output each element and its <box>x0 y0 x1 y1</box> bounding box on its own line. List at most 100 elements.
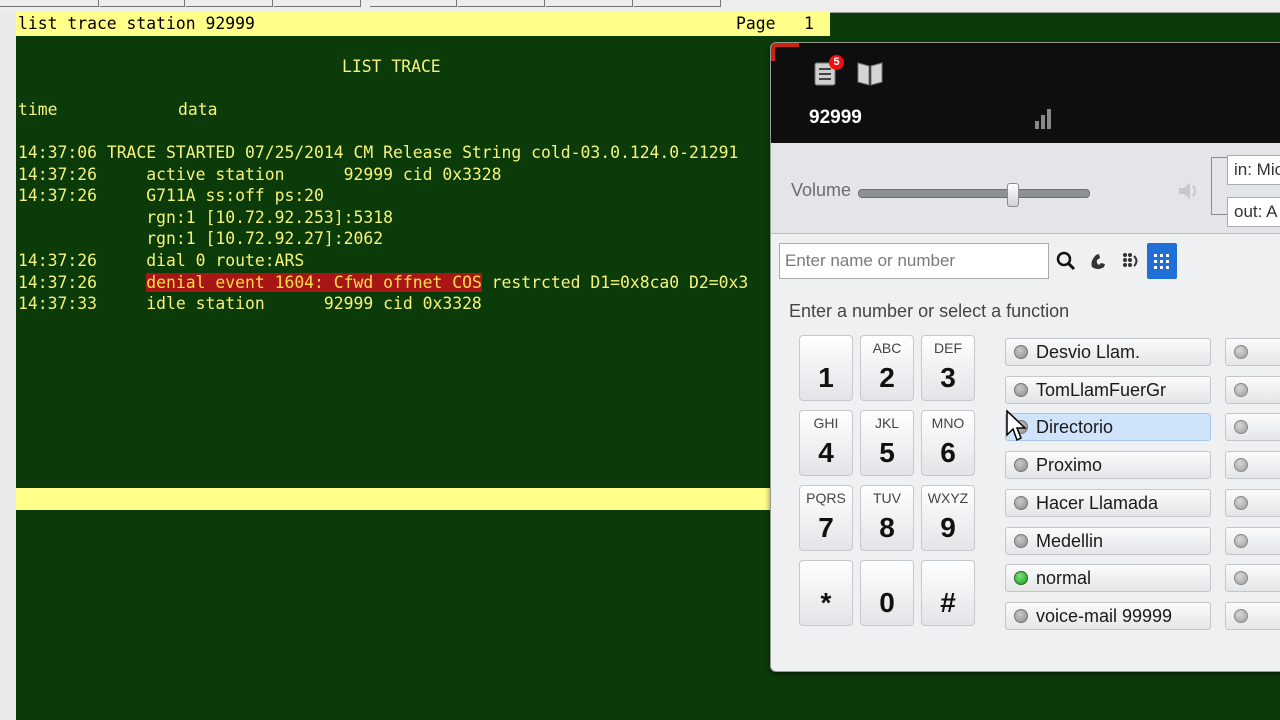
toolbar-segment[interactable] <box>186 0 273 7</box>
status-led-icon <box>1014 533 1028 548</box>
key-digit: 8 <box>879 512 895 543</box>
function-label: normal <box>1036 568 1092 589</box>
status-led-icon <box>1014 458 1028 473</box>
toolbar-segment[interactable] <box>370 0 457 7</box>
page-number: 1 <box>804 14 814 33</box>
toolbar-segment[interactable] <box>274 0 361 7</box>
trace-time: 14:37:26 <box>18 272 97 292</box>
audio-input-select[interactable]: in: Mic <box>1227 155 1280 185</box>
function-button[interactable] <box>1225 413 1280 442</box>
missed-calls-badge: 5 <box>829 55 844 70</box>
status-led-icon <box>1234 571 1248 586</box>
function-button[interactable]: Medellin <box>1005 526 1211 555</box>
dialpad-key[interactable]: 1 <box>799 335 853 401</box>
trace-text-after: restrcted D1=0x8ca0 D2=0x3 <box>481 272 749 292</box>
dialpad-icon[interactable] <box>1147 243 1177 279</box>
trace-time: 14:37:06 <box>18 143 97 162</box>
dialpad-key[interactable]: WXYZ 9 <box>921 485 975 551</box>
signal-icon <box>1033 107 1053 136</box>
call-handset-icon[interactable] <box>1083 243 1113 279</box>
function-button[interactable] <box>1225 564 1280 593</box>
audio-output-select[interactable]: out: A <box>1227 197 1280 227</box>
function-button[interactable] <box>1225 375 1280 404</box>
status-led-icon <box>1014 495 1028 510</box>
dialpad-key[interactable]: DEF 3 <box>921 335 975 401</box>
dialpad-key[interactable]: # <box>921 560 975 626</box>
function-button[interactable]: Proximo <box>1005 451 1211 480</box>
function-button[interactable] <box>1225 526 1280 555</box>
trace-text: active station 92999 cid 0x3328 <box>96 164 502 184</box>
trace-row: 14:37:26 G711A ss:off ps:20 <box>18 186 324 206</box>
key-digit: * <box>820 587 832 618</box>
status-led-icon <box>1014 382 1028 397</box>
function-button[interactable]: voice-mail 99999 <box>1005 601 1211 630</box>
dialpad-key[interactable]: TUV 8 <box>860 485 914 551</box>
toolbar-segment[interactable] <box>634 0 721 7</box>
function-button[interactable]: normal <box>1005 564 1211 593</box>
function-button[interactable]: TomLlamFuerGr <box>1005 375 1211 404</box>
volume-panel: Volume in: Mic out: A <box>771 143 1280 234</box>
dialpad-key[interactable]: MNO 6 <box>921 410 975 476</box>
softphone-window[interactable]: 5 92999 Volume in: Mic out: A Enter name… <box>770 42 1280 672</box>
key-letters: ABC <box>872 340 902 356</box>
status-led-icon <box>1234 608 1248 623</box>
function-button[interactable]: Directorio <box>1005 413 1211 442</box>
status-led-icon <box>1014 345 1028 359</box>
status-led-icon <box>1234 533 1248 548</box>
toolbar-segment[interactable] <box>458 0 545 7</box>
transfer-keypad-icon[interactable] <box>1115 243 1145 279</box>
dialpad-key[interactable]: * <box>799 560 853 626</box>
status-led-icon <box>1234 345 1248 359</box>
trace-row: 14:37:26 denial event 1604: Cfwd offnet … <box>18 272 749 293</box>
trace-time: 14:37:26 <box>18 186 97 206</box>
command-bar[interactable]: list trace station 92999 Page 1 <box>16 12 830 36</box>
function-label: Medellin <box>1036 530 1104 551</box>
trace-row: 14:37:26 dial 0 route:ARS <box>18 251 304 271</box>
toolbar-segment[interactable] <box>100 0 185 7</box>
speaker-icon[interactable] <box>1177 180 1201 207</box>
status-led-icon <box>1234 495 1248 510</box>
volume-label: Volume <box>791 180 852 200</box>
function-button[interactable] <box>1225 451 1280 480</box>
volume-slider[interactable] <box>858 183 1090 207</box>
toolbar-segment[interactable] <box>546 0 633 7</box>
trace-text: rgn:1 [10.72.92.253]:5318 <box>18 207 393 227</box>
dialpad-key[interactable]: PQRS 7 <box>799 485 853 551</box>
terminal-window[interactable]: list trace station 92999 Page 1 LIST TRA… <box>0 12 830 720</box>
extension-number: 92999 <box>809 107 862 128</box>
key-letters: WXYZ <box>927 490 969 506</box>
trace-time: 14:37:33 <box>18 294 97 314</box>
trace-text: dial 0 route:ARS <box>96 251 305 270</box>
contacts-book-icon[interactable] <box>855 57 885 89</box>
function-button[interactable] <box>1225 488 1280 517</box>
call-log-icon[interactable]: 5 <box>811 55 844 89</box>
toolbar-segment[interactable] <box>0 0 99 7</box>
dialpad-key[interactable]: ABC 2 <box>860 335 914 401</box>
key-digit: 2 <box>879 362 895 393</box>
column-time-header: time <box>18 100 58 119</box>
key-digit: 0 <box>879 587 895 618</box>
dialpad-key[interactable]: 0 <box>860 560 914 626</box>
trace-text: G711A ss:off ps:20 <box>96 186 324 206</box>
function-label: Directorio <box>1036 417 1114 438</box>
search-input[interactable]: Enter name or number <box>779 243 1049 279</box>
volume-slider-handle[interactable] <box>1007 183 1019 207</box>
function-button[interactable]: Desvio Llam. <box>1005 338 1211 366</box>
status-bar <box>16 488 770 510</box>
dialpad-key[interactable]: JKL 5 <box>860 410 914 476</box>
status-led-icon <box>1234 420 1248 435</box>
dialpad-key[interactable]: GHI 4 <box>799 410 853 476</box>
key-letters: MNO <box>931 415 965 431</box>
function-button[interactable] <box>1225 338 1280 366</box>
audio-bracket <box>1211 157 1228 215</box>
search-icon[interactable] <box>1051 243 1081 279</box>
key-letters: JKL <box>874 415 900 431</box>
function-button[interactable]: Hacer Llamada <box>1005 488 1211 517</box>
key-digit: 7 <box>818 512 834 543</box>
trace-row: 14:37:33 idle station 92999 cid 0x3328 <box>18 294 482 314</box>
trace-text: rgn:1 [10.72.92.27]:2062 <box>18 229 384 249</box>
function-button[interactable] <box>1225 601 1280 630</box>
window-accent <box>771 43 799 61</box>
key-letters: DEF <box>934 340 962 356</box>
key-letters: TUV <box>873 490 901 506</box>
